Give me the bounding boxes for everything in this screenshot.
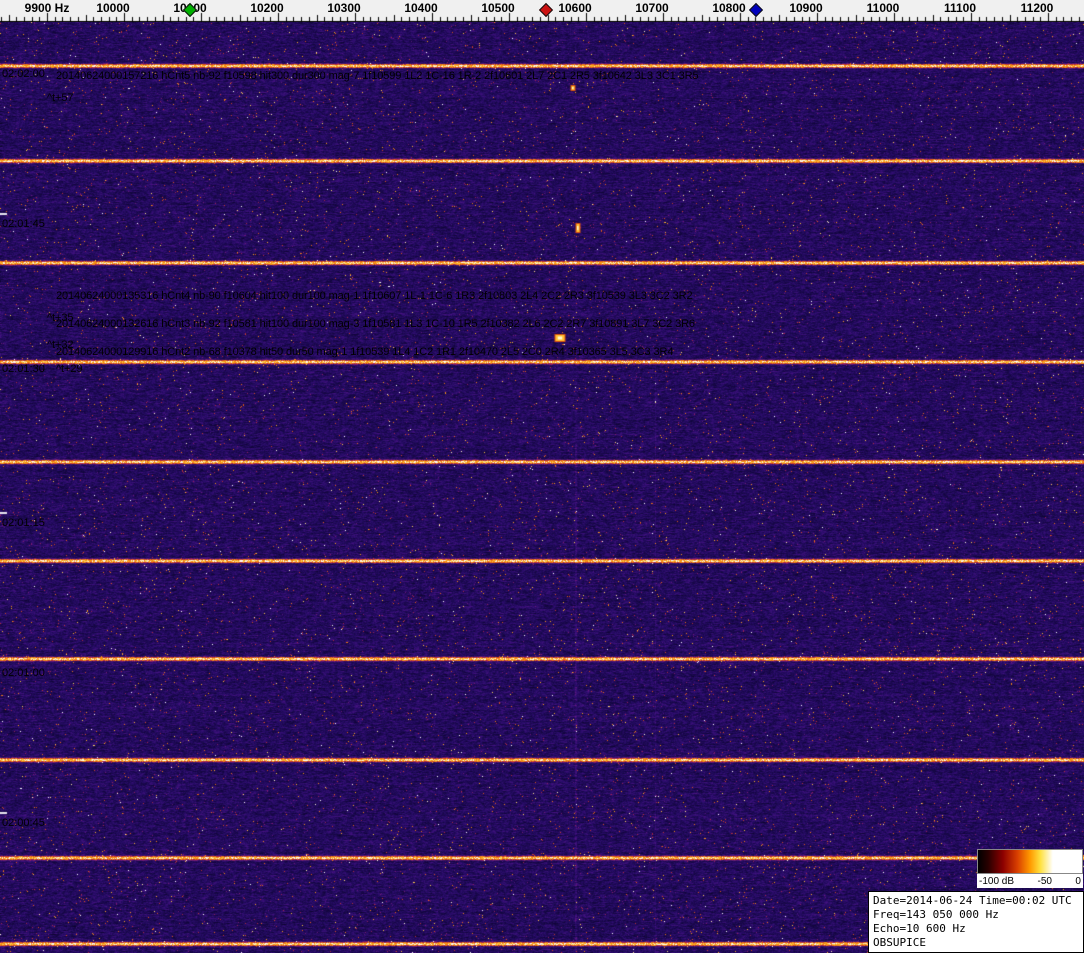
- freq-tick-label-11100: 11100: [943, 1, 977, 15]
- freq-tick-label-10200: 10200: [250, 1, 284, 15]
- info-echo-line: Echo=10 600 Hz: [873, 922, 966, 935]
- colorbar-label-min: -100 dB: [979, 875, 1015, 887]
- detection-record-2: 20140624000135316 hCnt4 nb-90 f10604 hit…: [56, 290, 693, 302]
- time-label-020145: 02:01:45: [2, 218, 45, 230]
- colorbar-label-mid: -50: [1037, 875, 1052, 887]
- time-label-020130: 02:01:30: [2, 363, 45, 375]
- freq-tick-label-10000: 10000: [96, 1, 130, 15]
- observation-info-box: Date=2014-06-24 Time=00:02 UTC Freq=143 …: [868, 891, 1084, 953]
- detection-record-3: 20140624000132616 hCnt3 nb-92 f10581 hit…: [56, 318, 695, 330]
- freq-tick-label-10300: 10300: [327, 1, 361, 15]
- freq-tick-label-10600: 10600: [558, 1, 592, 15]
- waterfall-area[interactable]: 02:02:00 02:01:45 02:01:30 02:01:15 02:0…: [0, 22, 1084, 953]
- time-label-020100: 02:01:00: [2, 667, 45, 679]
- info-freq-line: Freq=143 050 000 Hz: [873, 908, 999, 921]
- detection-offset-label-4: ^t+29: [56, 363, 83, 375]
- spectrogram-canvas: [0, 22, 1084, 953]
- detection-record-1: 20140624000157216 hCnt5 nb-92 f10598 hit…: [56, 70, 699, 82]
- colorbar-gradient: [977, 849, 1083, 874]
- detection-offset-label-1: ^t+57: [47, 92, 74, 104]
- freq-tick-label-11200: 11200: [1020, 1, 1054, 15]
- freq-tick-label-9900: 9900 Hz: [24, 1, 70, 15]
- colorbar-label-max: 0: [1075, 875, 1081, 887]
- detection-record-4: 20140624000129916 hCnt2 nb-68 f10378 hit…: [56, 346, 674, 358]
- db-colorbar: -100 dB -50 0: [977, 849, 1083, 888]
- freq-tick-label-10700: 10700: [635, 1, 669, 15]
- freq-tick-label-10800: 10800: [712, 1, 746, 15]
- freq-tick-label-10400: 10400: [404, 1, 438, 15]
- time-label-020200: 02:02:00: [2, 68, 45, 80]
- freq-tick-label-11000: 11000: [866, 1, 900, 15]
- info-station-line: OBSUPICE: [873, 936, 926, 949]
- freq-tick-label-10900: 10900: [789, 1, 823, 15]
- time-label-020045: 02:00:45: [2, 817, 45, 829]
- time-label-020115: 02:01:15: [2, 517, 45, 529]
- meteor-spectrogram-app: { "chart_data": { "type": "heatmap", "su…: [0, 0, 1084, 953]
- colorbar-labels: -100 dB -50 0: [977, 874, 1083, 888]
- frequency-ruler[interactable]: 9900 Hz 10000 10100 10200 10300 10400 10…: [0, 0, 1084, 22]
- freq-tick-label-10500: 10500: [481, 1, 515, 15]
- info-date-line: Date=2014-06-24 Time=00:02 UTC: [873, 894, 1072, 907]
